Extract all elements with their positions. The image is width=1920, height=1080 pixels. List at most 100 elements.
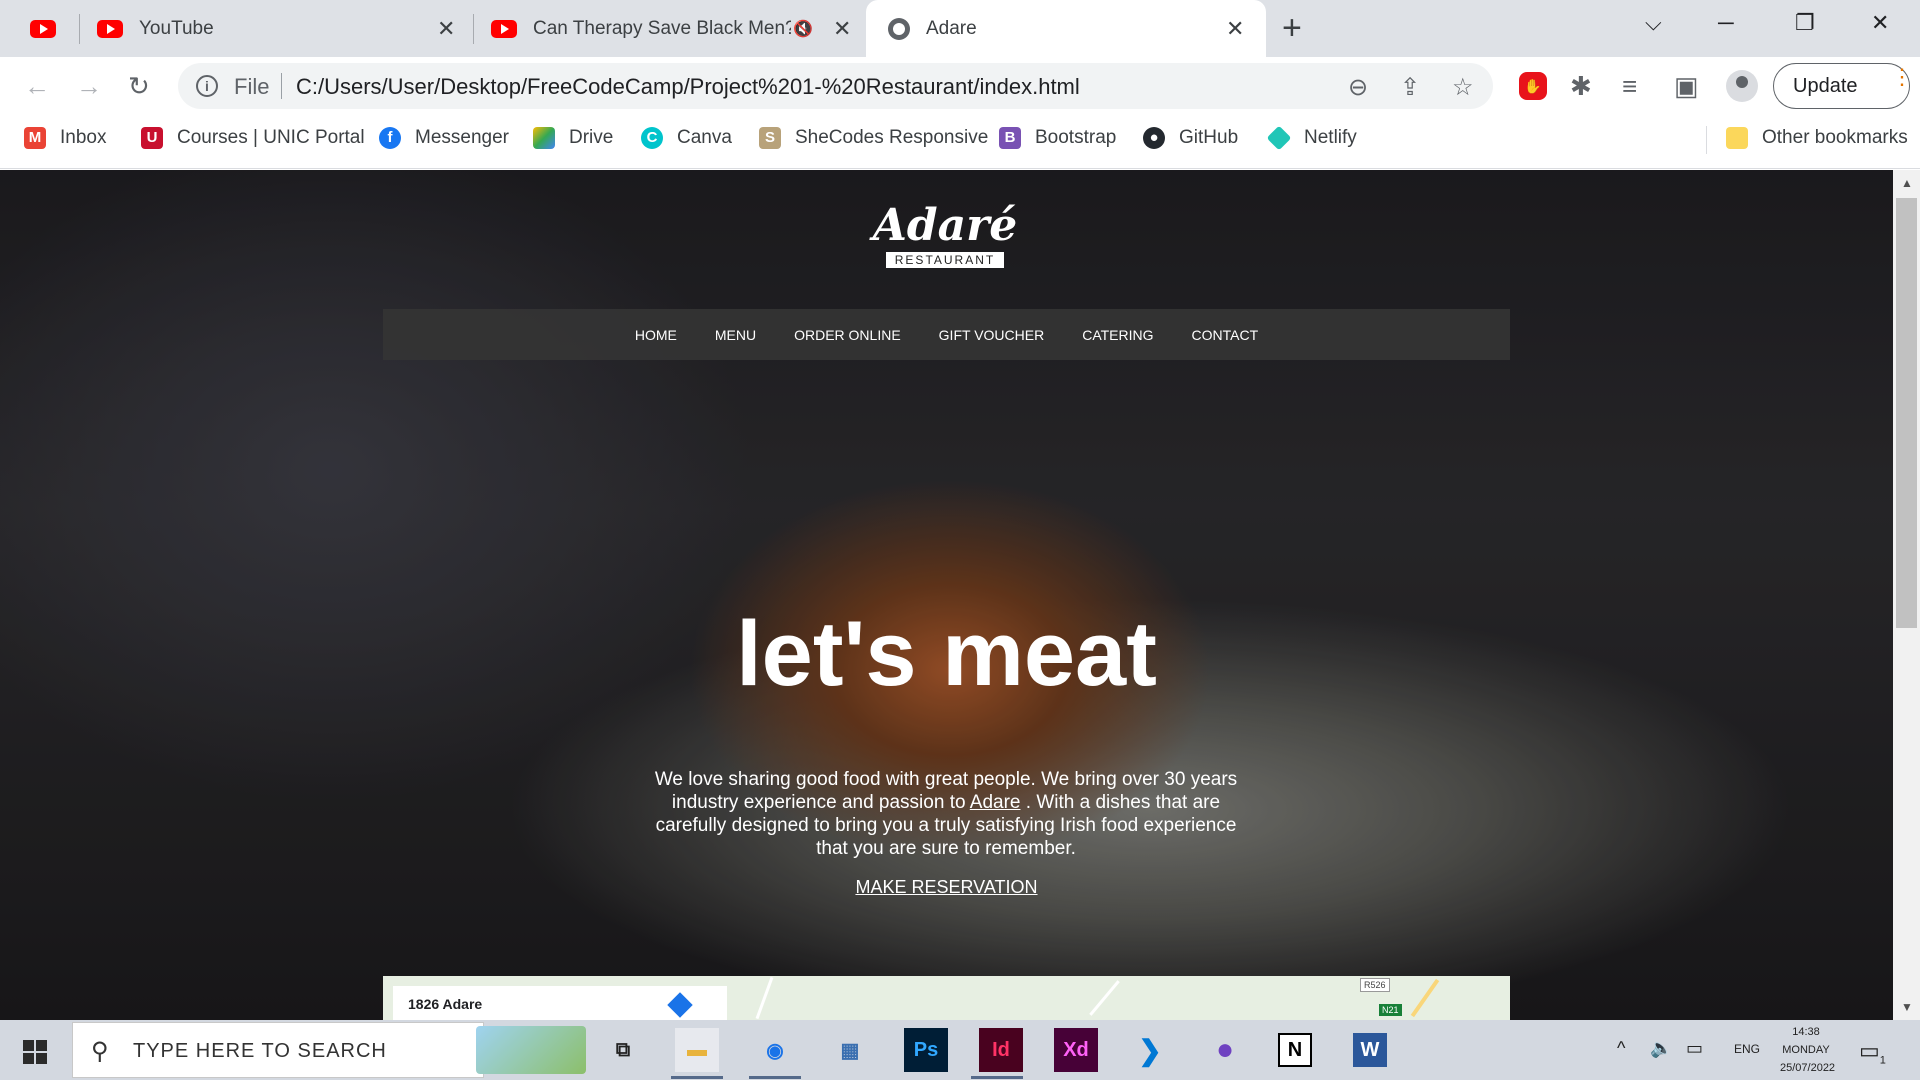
taskbar-search-box[interactable]: ⚲ Type here to search — [72, 1022, 484, 1078]
tab-search-icon[interactable]: ⌵ — [1645, 10, 1662, 36]
pinned-tab-youtube[interactable] — [30, 0, 70, 57]
scroll-thumb[interactable] — [1896, 198, 1917, 628]
file-explorer-icon[interactable]: ▬ — [675, 1028, 719, 1072]
language-indicator[interactable]: ENG — [1734, 1042, 1760, 1056]
tab-youtube[interactable]: YouTube ✕ — [97, 0, 467, 57]
adare-link[interactable]: Adare — [970, 792, 1021, 813]
bookmark-label: Drive — [569, 127, 614, 148]
close-window-button[interactable]: ✕ — [1871, 10, 1889, 36]
logo-script: Adaré — [872, 200, 1018, 251]
bookmark-label: Netlify — [1304, 127, 1357, 148]
vscode-icon[interactable]: ❯ — [1128, 1028, 1172, 1072]
tab-title: YouTube — [139, 17, 214, 39]
photoshop-icon[interactable]: Ps — [904, 1028, 948, 1072]
divider — [281, 73, 282, 99]
github-desktop-icon[interactable]: ● — [1203, 1028, 1247, 1072]
bookmark-drive[interactable]: Drive — [533, 127, 613, 149]
map-road — [755, 976, 774, 1020]
profile-avatar-icon[interactable] — [1726, 70, 1758, 102]
nav-catering[interactable]: CATERING — [1082, 327, 1153, 343]
url-text[interactable]: C:/Users/User/Desktop/FreeCodeCamp/Proje… — [296, 74, 1080, 100]
address-bar[interactable]: i File C:/Users/User/Desktop/FreeCodeCam… — [178, 63, 1493, 109]
file-scheme-label: File — [234, 74, 270, 99]
word-icon[interactable]: W — [1353, 1033, 1387, 1067]
show-hidden-icons-chevron-icon[interactable]: ^ — [1617, 1038, 1625, 1059]
task-view-icon[interactable]: ⧉ — [601, 1028, 645, 1072]
bookmark-github[interactable]: ● GitHub — [1143, 127, 1238, 149]
zoom-icon[interactable]: ⊖ — [1348, 73, 1368, 102]
scroll-down-arrow-icon[interactable]: ▼ — [1901, 1000, 1913, 1014]
youtube-icon — [97, 19, 123, 38]
search-placeholder: Type here to search — [133, 1040, 387, 1062]
new-tab-button[interactable]: + — [1282, 9, 1302, 48]
info-icon[interactable]: i — [196, 75, 218, 97]
map-road — [1410, 978, 1440, 1018]
update-button[interactable]: Update ⋮ — [1773, 63, 1913, 109]
nav-gift-voucher[interactable]: GIFT VOUCHER — [939, 327, 1045, 343]
close-tab-icon[interactable]: ✕ — [833, 16, 851, 42]
tab-title: Can Therapy Save Black Men? w — [533, 17, 791, 39]
bookmark-messenger[interactable]: f Messenger — [379, 127, 509, 149]
nav-menu[interactable]: MENU — [715, 327, 756, 343]
bookmark-shecodes[interactable]: S SheCodes Responsive — [759, 127, 988, 149]
search-highlight-image — [476, 1026, 586, 1074]
calculator-icon[interactable]: ▦ — [828, 1028, 872, 1072]
directions-icon[interactable] — [667, 992, 693, 1018]
nav-contact[interactable]: CONTACT — [1192, 327, 1259, 343]
bookmark-star-icon[interactable]: ☆ — [1452, 73, 1474, 102]
volume-icon[interactable]: 🔈 — [1650, 1038, 1672, 1059]
hero-description: We love sharing good food with great peo… — [646, 768, 1246, 860]
reload-button[interactable]: ↻ — [128, 71, 150, 102]
folder-icon — [1726, 127, 1748, 149]
bookmark-label: Canva — [677, 127, 732, 148]
browser-toolbar: ← → ↻ i File C:/Users/User/Desktop/FreeC… — [0, 57, 1920, 114]
tab-therapy-video[interactable]: Can Therapy Save Black Men? w 🔇 ✕ — [491, 0, 861, 57]
restaurant-logo[interactable]: Adaré RESTAURANT — [860, 202, 1030, 269]
nav-order-online[interactable]: ORDER ONLINE — [794, 327, 901, 343]
bookmark-inbox[interactable]: M Inbox — [24, 127, 106, 149]
embedded-map[interactable]: R526 N21 1826 Adare — [383, 976, 1510, 1020]
adobe-xd-icon[interactable]: Xd — [1054, 1028, 1098, 1072]
nav-home[interactable]: HOME — [635, 327, 677, 343]
notification-center-icon[interactable]: ▭1 — [1859, 1038, 1886, 1066]
mute-audio-icon[interactable]: 🔇 — [793, 19, 813, 39]
extensions-icon[interactable]: ✱ — [1570, 71, 1592, 102]
road-badge-r526: R526 — [1360, 978, 1390, 992]
make-reservation-link[interactable]: MAKE RESERVATION — [855, 877, 1037, 897]
back-button[interactable]: ← — [24, 71, 50, 102]
media-control-icon[interactable]: ≡ — [1622, 71, 1637, 102]
bookmark-netlify[interactable]: Netlify — [1266, 125, 1357, 151]
logo-subtitle: RESTAURANT — [885, 252, 1005, 268]
restore-button[interactable]: ❐ — [1795, 10, 1815, 36]
tab-strip: YouTube ✕ Can Therapy Save Black Men? w … — [0, 0, 1920, 57]
windows-start-icon[interactable] — [23, 1040, 47, 1064]
bookmark-canva[interactable]: C Canva — [641, 127, 732, 149]
hero-title: let's meat — [736, 603, 1157, 705]
share-icon[interactable]: ⇪ — [1400, 73, 1420, 102]
tab-adare[interactable]: Adare ✕ — [866, 0, 1266, 57]
bookmark-label: Bootstrap — [1035, 127, 1117, 148]
forward-button[interactable]: → — [76, 71, 102, 102]
windows-taskbar: ⚲ Type here to search ⧉ ▬ ◉ ▦ Ps Id Xd ❯… — [0, 1020, 1920, 1080]
minimize-button[interactable]: ─ — [1718, 10, 1734, 36]
active-app-indicator — [971, 1076, 1023, 1079]
close-tab-icon[interactable]: ✕ — [437, 16, 455, 42]
bookmark-unic[interactable]: U Courses | UNIC Portal — [141, 127, 365, 149]
menu-dots-icon: ⋮ — [1891, 64, 1913, 89]
other-bookmarks[interactable]: Other bookmarks — [1726, 127, 1908, 149]
side-panel-icon[interactable]: ▣ — [1674, 71, 1699, 102]
bookmark-label: Courses | UNIC Portal — [177, 127, 365, 148]
bookmark-bootstrap[interactable]: B Bootstrap — [999, 127, 1116, 149]
scroll-up-arrow-icon[interactable]: ▲ — [1901, 176, 1913, 190]
battery-icon[interactable]: ▭ — [1686, 1038, 1703, 1059]
adblock-extension-icon[interactable]: ✋ — [1519, 72, 1547, 100]
notification-count: 1 — [1879, 1054, 1886, 1067]
indesign-icon[interactable]: Id — [979, 1028, 1023, 1072]
unic-icon: U — [141, 127, 163, 149]
map-road — [1089, 980, 1120, 1016]
chrome-icon[interactable]: ◉ — [753, 1028, 797, 1072]
notion-icon[interactable]: N — [1278, 1033, 1312, 1067]
close-tab-icon[interactable]: ✕ — [1226, 16, 1244, 42]
page-scrollbar[interactable]: ▲ ▼ — [1893, 170, 1920, 1020]
system-clock[interactable]: 14:38 MONDAY 25/07/2022 — [1780, 1023, 1835, 1077]
